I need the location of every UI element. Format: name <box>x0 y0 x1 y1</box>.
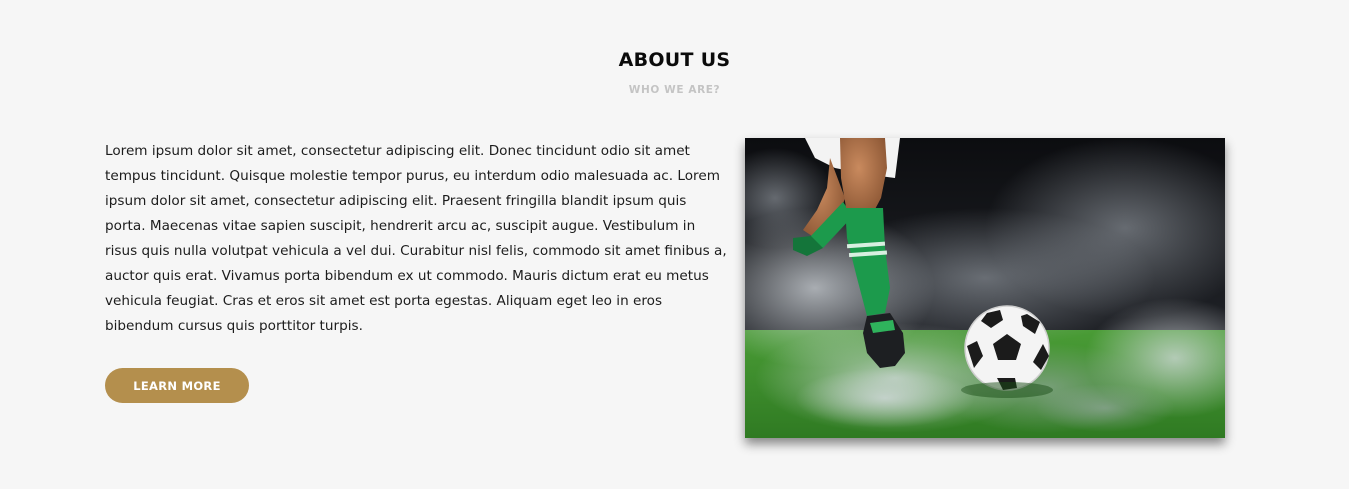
section-subtitle: WHO WE ARE? <box>628 84 721 96</box>
soccer-player-photo <box>745 138 1225 438</box>
learn-more-button[interactable]: LEARN MORE <box>105 368 249 403</box>
about-paragraph: Lorem ipsum dolor sit amet, consectetur … <box>105 143 727 334</box>
section-title: ABOUT US <box>618 49 731 71</box>
about-section: ABOUT US WHO WE ARE? Lorem ipsum dolor s… <box>0 0 1349 489</box>
